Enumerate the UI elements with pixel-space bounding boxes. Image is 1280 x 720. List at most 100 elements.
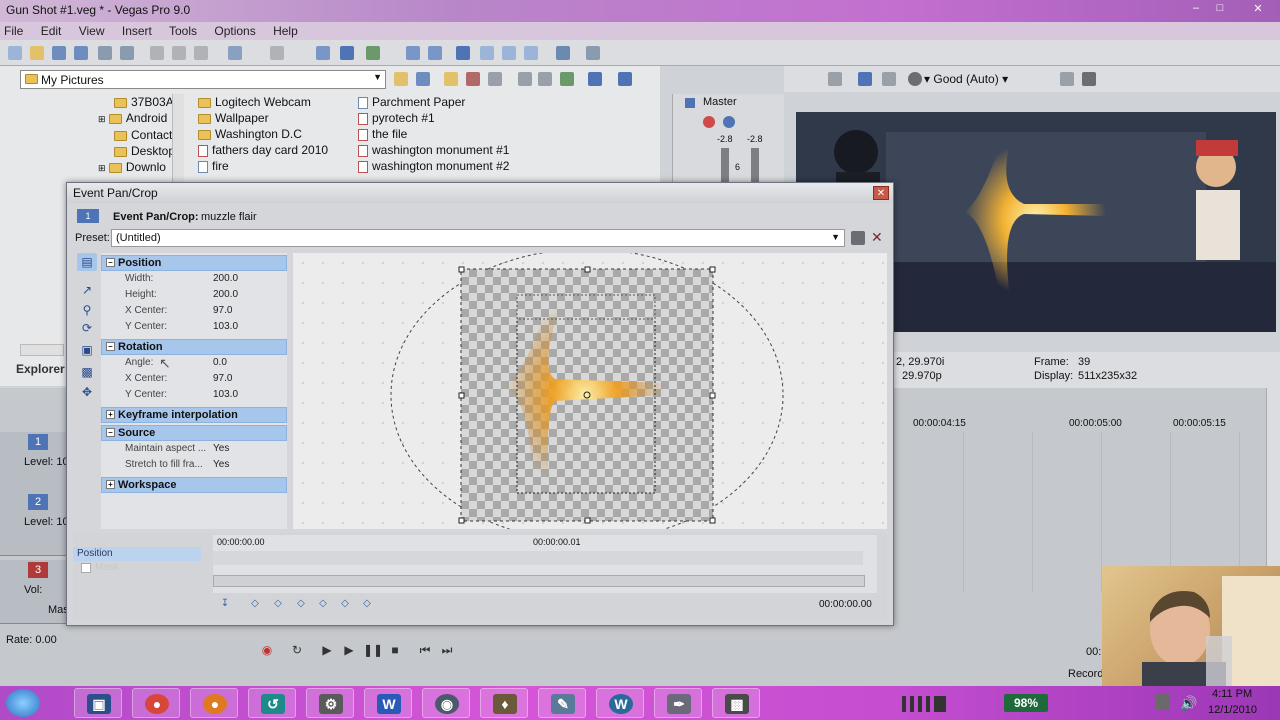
menu-file[interactable]: File [4, 24, 23, 38]
enable-snapping-icon[interactable] [556, 46, 570, 60]
section-source[interactable]: – Source [101, 425, 287, 441]
taskbar-app-firefox[interactable]: ● [190, 688, 238, 718]
taskbar-app-wordpress[interactable]: W [596, 688, 644, 718]
overlays-icon[interactable] [908, 72, 922, 86]
battery-badge[interactable]: 98% [1004, 694, 1048, 712]
selection-tool-icon[interactable] [502, 46, 516, 60]
loop-button[interactable]: ↻ [288, 641, 306, 659]
pause-button[interactable]: ❚❚ [363, 641, 383, 659]
dialog-title-bar[interactable]: Event Pan/Crop ✕ [67, 183, 893, 203]
external-monitor-icon[interactable] [858, 72, 872, 86]
add-keyframe-icon[interactable]: ◇ [295, 598, 307, 610]
section-rotation[interactable]: – Rotation [101, 339, 287, 355]
taskbar-app-gimp[interactable]: ♦ [480, 688, 528, 718]
zoom-edit-tool-icon[interactable]: ⚲ [77, 301, 97, 319]
file-item[interactable]: Logitech Webcam [198, 94, 358, 110]
menu-options[interactable]: Options [214, 24, 255, 38]
start-button[interactable] [6, 689, 40, 717]
play-preview-icon[interactable] [518, 72, 532, 86]
save-snapshot-icon[interactable] [1082, 72, 1096, 86]
master-fx-icon[interactable] [685, 98, 695, 108]
stop-preview-icon[interactable] [538, 72, 552, 86]
undo-icon[interactable] [228, 46, 242, 60]
prop-height[interactable]: Height: 200.0 [125, 289, 285, 305]
keyframe-lane[interactable] [213, 551, 863, 565]
taskbar-app-camtasia[interactable]: ↺ [248, 688, 296, 718]
file-item[interactable]: Washington D.C [198, 126, 358, 142]
maximize-button[interactable]: □ [1210, 2, 1230, 16]
copy-snapshot-icon[interactable] [1060, 72, 1074, 86]
delete-icon[interactable] [466, 72, 480, 86]
play-button[interactable]: ▶ [340, 641, 358, 659]
add-to-project-icon[interactable] [488, 72, 502, 86]
taskbar-app-tool[interactable]: ⚙ [306, 688, 354, 718]
next-keyframe-icon[interactable]: ◇ [317, 598, 329, 610]
file-item[interactable]: the file [358, 126, 538, 142]
refresh-icon[interactable] [416, 72, 430, 86]
video-preview-properties-icon[interactable] [828, 72, 842, 86]
get-media-icon[interactable] [588, 72, 602, 86]
prop-x-center[interactable]: X Center: 97.0 [125, 305, 285, 321]
preset-dropdown[interactable]: (Untitled) ▼ [111, 229, 845, 247]
file-item[interactable]: washington monument #2 [358, 158, 538, 174]
signal-strength-icon[interactable] [902, 696, 946, 712]
menu-view[interactable]: View [79, 24, 105, 38]
file-item[interactable]: washington monument #1 [358, 142, 538, 158]
close-button[interactable]: ✕ [1248, 2, 1268, 16]
keyframe-scrollbar[interactable] [213, 575, 865, 587]
delete-keyframe-icon[interactable]: ◇ [339, 598, 351, 610]
prop-y-center[interactable]: Y Center: 103.0 [125, 321, 285, 337]
play-from-start-button[interactable]: ▶ [318, 641, 336, 659]
section-workspace[interactable]: + Workspace [101, 477, 287, 493]
prop-rotation-x-center[interactable]: X Center: 97.0 [125, 373, 285, 389]
new-icon[interactable] [8, 46, 22, 60]
auto-ripple-icon[interactable] [340, 46, 354, 60]
volume-icon[interactable]: 🔊 [1180, 695, 1197, 712]
preview-quality-dropdown[interactable]: ▾ Good (Auto) ▾ [924, 72, 1008, 86]
track-header-3[interactable]: 3 Vol: Mas [0, 560, 70, 624]
minimize-button[interactable]: – [1186, 2, 1206, 16]
file-item[interactable]: fire [198, 158, 358, 174]
file-item[interactable]: Parchment Paper [358, 94, 538, 110]
explorer-path-dropdown[interactable]: My Pictures ▼ [20, 70, 386, 89]
explorer-hscrollbar[interactable] [20, 344, 64, 356]
first-keyframe-icon[interactable]: ◇ [249, 598, 261, 610]
stop-button[interactable]: ■ [386, 641, 404, 659]
prop-angle[interactable]: Angle: 0.0 [125, 357, 285, 373]
ignore-grouping-icon[interactable] [406, 46, 420, 60]
section-keyframe-interpolation[interactable]: + Keyframe interpolation [101, 407, 287, 423]
track-header-2[interactable]: 2 Level: 10 [0, 492, 70, 556]
taskbar-app-vegas[interactable]: ▣ [74, 688, 122, 718]
pan-crop-workspace[interactable] [293, 253, 887, 529]
copy-icon[interactable] [172, 46, 186, 60]
last-keyframe-icon[interactable]: ◇ [361, 598, 373, 610]
auto-preview-icon[interactable] [560, 72, 574, 86]
save-as-icon[interactable] [74, 46, 88, 60]
whats-this-icon[interactable] [586, 46, 600, 60]
prop-rotation-y-center[interactable]: Y Center: 103.0 [125, 389, 285, 405]
edit-in-place-icon[interactable]: ▩ [77, 363, 97, 381]
move-freely-icon[interactable]: ✥ [77, 383, 97, 401]
tree-scrollbar[interactable] [172, 94, 184, 184]
sync-cursor-icon[interactable]: ▣ [77, 341, 97, 359]
properties-icon[interactable] [120, 46, 134, 60]
menu-tools[interactable]: Tools [169, 24, 197, 38]
views-icon[interactable] [618, 72, 632, 86]
envelope-tool-icon[interactable] [480, 46, 494, 60]
render-icon[interactable] [98, 46, 112, 60]
taskbar-app-scanner[interactable]: ▩ [712, 688, 760, 718]
clock-time[interactable]: 4:11 PM [1212, 688, 1252, 700]
cut-icon[interactable] [150, 46, 164, 60]
split-screen-icon[interactable] [882, 72, 896, 86]
snapping-icon[interactable] [316, 46, 330, 60]
mask-checkbox[interactable] [81, 563, 91, 573]
prev-keyframe-icon[interactable]: ◇ [272, 598, 284, 610]
paste-icon[interactable] [194, 46, 208, 60]
open-icon[interactable] [30, 46, 44, 60]
prop-width[interactable]: Width: 200.0 [125, 273, 285, 289]
taskbar-app-word[interactable]: W [364, 688, 412, 718]
new-folder-icon[interactable] [444, 72, 458, 86]
menu-edit[interactable]: Edit [41, 24, 62, 38]
file-item[interactable]: pyrotech #1 [358, 110, 538, 126]
clock-date[interactable]: 12/1/2010 [1208, 704, 1257, 716]
